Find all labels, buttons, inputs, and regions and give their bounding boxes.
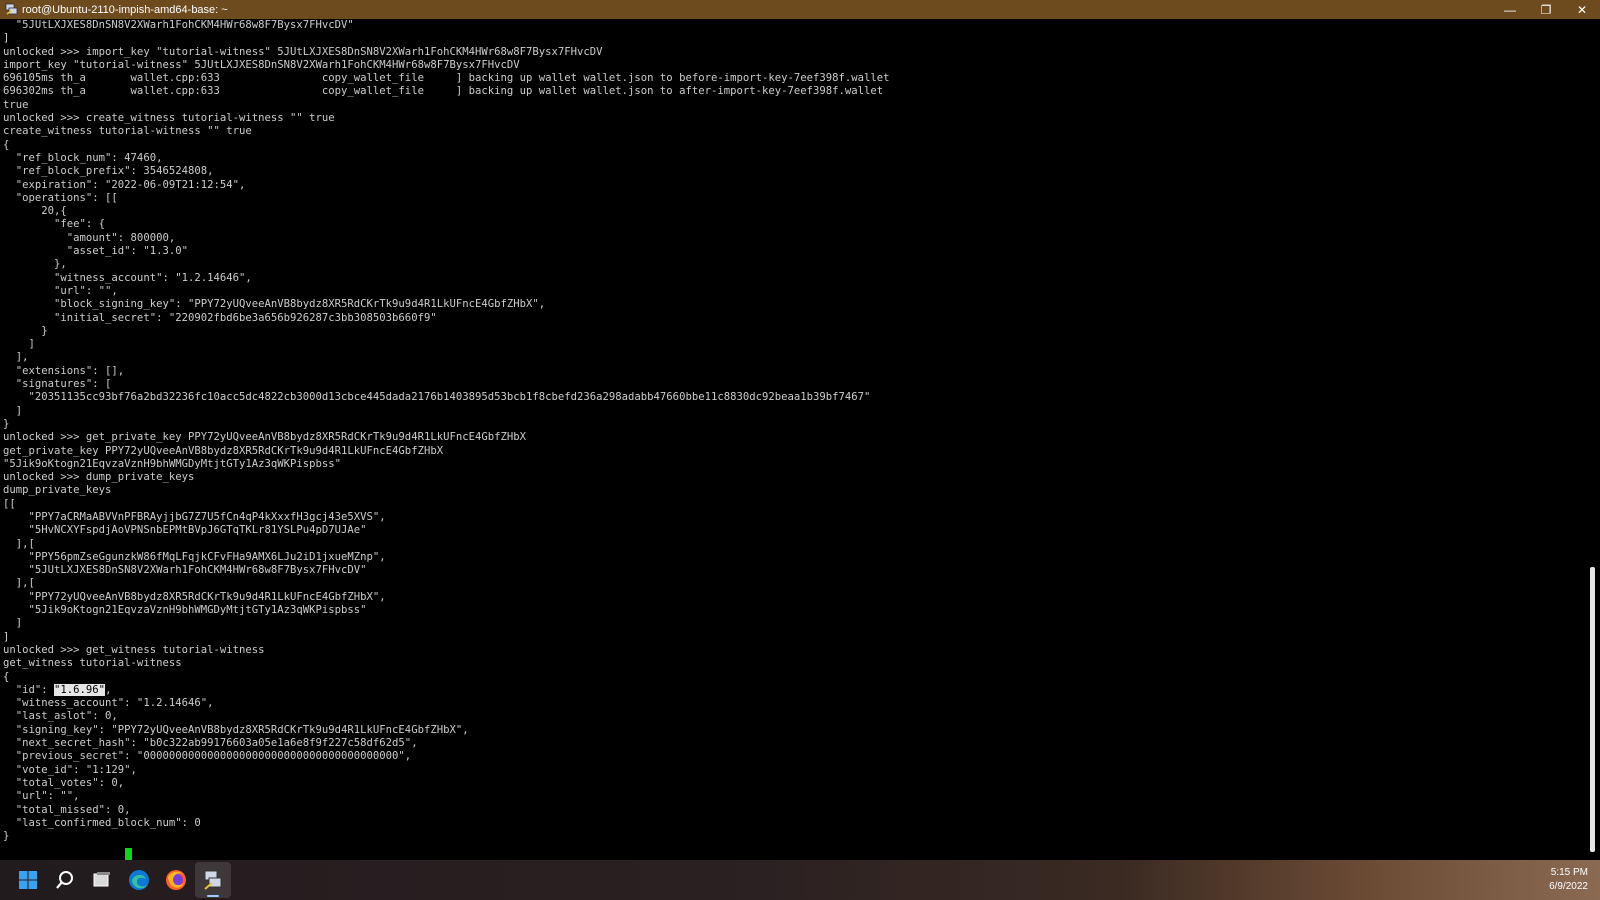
terminal-line: "witness_account": "1.2.14646", xyxy=(3,271,252,284)
window-title: root@Ubuntu-2110-impish-amd64-base: ~ xyxy=(22,3,228,16)
terminal-line: ], xyxy=(3,351,29,364)
terminal-line: "next_secret_hash": "b0c322ab99176603a05… xyxy=(3,737,418,750)
terminal-line: "amount": 800000, xyxy=(3,231,176,244)
taskbar: 5:15 PM 6/9/2022 xyxy=(0,860,1600,900)
line-segment: , xyxy=(105,683,112,696)
windows-start-icon[interactable] xyxy=(10,862,46,898)
terminal-line: "witness_account": "1.2.14646", xyxy=(3,697,214,710)
terminal-scrollbar[interactable] xyxy=(1586,19,1600,860)
system-clock[interactable]: 5:15 PM 6/9/2022 xyxy=(1549,866,1588,894)
terminal-line: "last_confirmed_block_num": 0 xyxy=(3,816,201,829)
edge-browser-icon[interactable] xyxy=(121,862,157,898)
terminal-line: unlocked >>> dump_private_keys xyxy=(3,471,195,484)
terminal-line: 696302ms th_a wallet.cpp:633 copy_wallet… xyxy=(3,85,884,98)
terminal-prompt-line[interactable]: unlocked >>> xyxy=(3,843,1586,860)
terminal-line: { xyxy=(3,138,10,151)
terminal-line: }, xyxy=(3,258,67,271)
terminal-line: "url": "", xyxy=(3,284,118,297)
terminal-line: "5JUtLXJXES8DnSN8V2XWarh1FohCKM4HWr68w8F… xyxy=(3,19,354,31)
terminal-line: ] xyxy=(3,630,10,643)
line-segment: "id": xyxy=(3,683,55,696)
terminal-line: unlocked >>> import_key "tutorial-witnes… xyxy=(3,45,603,58)
terminal-line: "signatures": [ xyxy=(3,378,112,391)
terminal-prompt: unlocked >>> xyxy=(3,843,126,860)
putty-terminal-icon xyxy=(4,3,18,17)
terminal-line: "total_missed": 0, xyxy=(3,803,131,816)
terminal-line: "url": "", xyxy=(3,790,80,803)
terminal-line: ],[ xyxy=(3,577,35,590)
terminal-line: "signing_key": "PPY72yUQveeAnVB8bydz8XR5… xyxy=(3,723,469,736)
terminal-line: "5JUtLXJXES8DnSN8V2XWarh1FohCKM4HWr68w8F… xyxy=(3,564,367,577)
terminal-line: get_witness tutorial-witness xyxy=(3,657,182,670)
terminal-line: create_witness tutorial-witness "" true xyxy=(3,125,252,138)
terminal-line: unlocked >>> get_witness tutorial-witnes… xyxy=(3,643,265,656)
terminal-line: "id": "1.6.96", xyxy=(3,683,1586,697)
terminal-line: [[ xyxy=(3,497,16,510)
terminal-line: "vote_id": "1:129", xyxy=(3,763,137,776)
terminal-line: "5HvNCXYFspdjAoVPNSnbEPMtBVpJ6GTqTKLr81Y… xyxy=(3,524,367,537)
terminal-line: dump_private_keys xyxy=(3,484,112,497)
terminal-line: } xyxy=(3,830,10,843)
terminal-line: "extensions": [], xyxy=(3,364,125,377)
terminal-line: "total_votes": 0, xyxy=(3,776,125,789)
terminal-line: "last_aslot": 0, xyxy=(3,710,118,723)
terminal-line: ],[ xyxy=(3,537,35,550)
terminal-line: "operations": [[ xyxy=(3,191,118,204)
terminal-line: "asset_id": "1.3.0" xyxy=(3,245,188,258)
terminal-line: unlocked >>> create_witness tutorial-wit… xyxy=(3,112,335,125)
terminal-line: "ref_block_prefix": 3546524808, xyxy=(3,165,214,178)
terminal-line: ] xyxy=(3,404,23,417)
terminal-line: "initial_secret": "220902fbd6be3a656b926… xyxy=(3,311,437,324)
terminal-line: "expiration": "2022-06-09T21:12:54", xyxy=(3,178,246,191)
terminal-line: 696105ms th_a wallet.cpp:633 copy_wallet… xyxy=(3,72,890,85)
search-icon[interactable] xyxy=(47,862,83,898)
maximize-button[interactable]: ❐ xyxy=(1528,0,1564,19)
terminal-line: "block_signing_key": "PPY72yUQveeAnVB8by… xyxy=(3,298,546,311)
clock-time: 5:15 PM xyxy=(1550,867,1588,878)
terminal-line: ] xyxy=(3,32,10,45)
terminal-line: "5Jik9oKtogn21EqvzaVznH9bhWMGDyMtjtGTy1A… xyxy=(3,604,367,617)
terminal-line: "PPY7aCRMaABVVnPFBRAyjjbG7Z7U5fCn4qP4kXx… xyxy=(3,510,386,523)
terminal-line: } xyxy=(3,324,48,337)
selected-text: "1.6.96" xyxy=(54,683,106,696)
terminal-line: { xyxy=(3,670,10,683)
terminal-line: "previous_secret": "00000000000000000000… xyxy=(3,750,412,763)
terminal-lines: "5JUtLXJXES8DnSN8V2XWarh1FohCKM4HWr68w8F… xyxy=(3,19,1586,843)
terminal-output[interactable]: "5JUtLXJXES8DnSN8V2XWarh1FohCKM4HWr68w8F… xyxy=(0,19,1586,860)
window-titlebar[interactable]: root@Ubuntu-2110-impish-amd64-base: ~ — … xyxy=(0,0,1600,19)
close-button[interactable]: ✕ xyxy=(1564,0,1600,19)
minimize-button[interactable]: — xyxy=(1492,0,1528,19)
terminal-line: "PPY56pmZseGgunzkW86fMqLFqjkCFvFHa9AMX6L… xyxy=(3,550,386,563)
terminal-line: get_private_key PPY72yUQveeAnVB8bydz8XR5… xyxy=(3,444,444,457)
terminal-line: "5Jik9oKtogn21EqvzaVznH9bhWMGDyMtjtGTy1A… xyxy=(3,457,342,470)
terminal-line: "ref_block_num": 47460, xyxy=(3,151,163,164)
terminal-line: ] xyxy=(3,617,23,630)
putty-icon[interactable] xyxy=(195,862,231,898)
terminal-line: unlocked >>> get_private_key PPY72yUQvee… xyxy=(3,431,526,444)
scrollbar-thumb[interactable] xyxy=(1590,567,1595,852)
terminal-line: 20,{ xyxy=(3,205,67,218)
task-view-icon[interactable] xyxy=(84,862,120,898)
terminal-line: "20351135cc93bf76a2bd32236fc10acc5dc4822… xyxy=(3,391,871,404)
terminal-line: import_key "tutorial-witness" 5JUtLXJXES… xyxy=(3,58,520,71)
terminal-line: true xyxy=(3,98,29,111)
terminal-line: } xyxy=(3,417,10,430)
terminal-line: "PPY72yUQveeAnVB8bydz8XR5RdCKrTk9u9d4R1L… xyxy=(3,590,386,603)
terminal-cursor xyxy=(125,848,133,860)
terminal-line: ] xyxy=(3,338,35,351)
clock-date: 6/9/2022 xyxy=(1549,881,1588,892)
terminal-line: "fee": { xyxy=(3,218,106,231)
firefox-icon[interactable] xyxy=(158,862,194,898)
